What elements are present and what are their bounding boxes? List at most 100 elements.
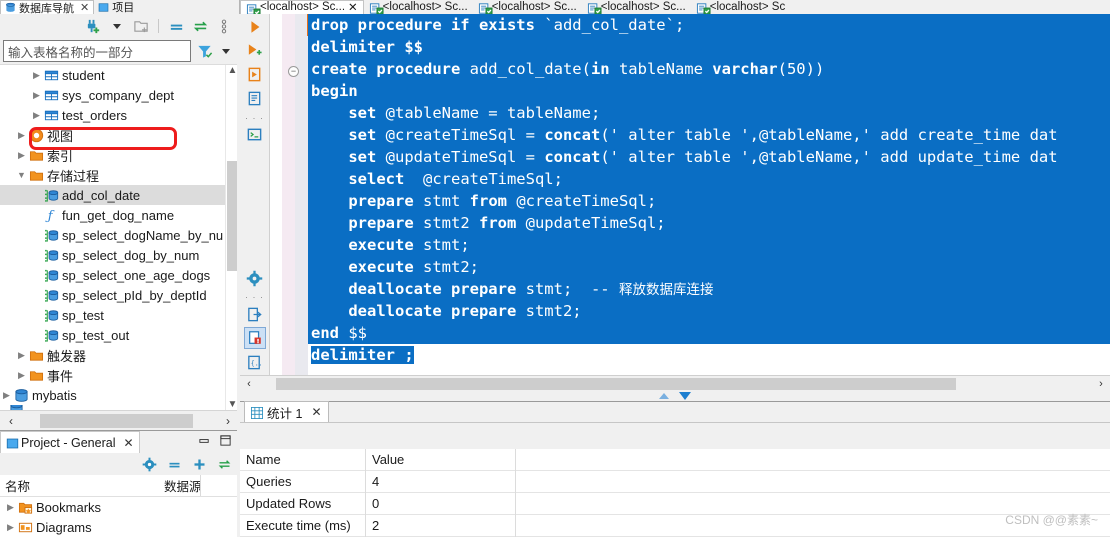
- results-cell-name[interactable]: Execute time (ms): [240, 514, 366, 537]
- tree-hscroll-track[interactable]: [22, 413, 217, 428]
- code-line[interactable]: execute stmt;: [308, 233, 1110, 256]
- caret-down-icon[interactable]: [217, 42, 235, 60]
- tree-item[interactable]: 视图: [0, 125, 225, 145]
- tab-project[interactable]: 项目: [94, 0, 138, 14]
- new-connection-icon[interactable]: [84, 17, 102, 35]
- funnel-icon[interactable]: [195, 42, 213, 60]
- code-line[interactable]: delimiter $$: [308, 35, 1110, 58]
- tree-expand-arrow-icon[interactable]: [4, 502, 17, 513]
- sql-code-text[interactable]: drop procedure if exists `add_col_date`;…: [308, 13, 1110, 376]
- results-cell-name[interactable]: Updated Rows: [240, 492, 366, 515]
- refresh-icon[interactable]: [215, 455, 233, 473]
- results-cell-value[interactable]: 0: [366, 492, 516, 515]
- scroll-left-icon[interactable]: ‹: [0, 414, 22, 428]
- results-column-header[interactable]: Value: [366, 449, 516, 471]
- tree-item[interactable]: test_orders: [0, 105, 225, 125]
- tab-db-navigator[interactable]: 数据库导航 ✕: [0, 0, 95, 14]
- scroll-right-icon[interactable]: ›: [1092, 378, 1110, 390]
- editor-hscroll-track[interactable]: [258, 377, 1092, 390]
- export-data-icon[interactable]: [244, 303, 266, 325]
- tree-item[interactable]: sp_select_dogName_by_nu: [0, 225, 225, 245]
- results-cell-value[interactable]: 2: [366, 514, 516, 537]
- close-icon[interactable]: ✕: [348, 0, 358, 14]
- settings-gear-icon[interactable]: [140, 455, 158, 473]
- execute-statement-icon[interactable]: [244, 16, 266, 38]
- code-line[interactable]: deallocate prepare stmt; -- 释放数据库连接: [308, 277, 1110, 300]
- execute-in-new-tab-icon[interactable]: [244, 64, 266, 86]
- tree-item[interactable]: mybatis: [0, 385, 225, 405]
- code-line[interactable]: set @updateTimeSql = concat(' alter tabl…: [308, 145, 1110, 168]
- tree-item[interactable]: 事件: [0, 365, 225, 385]
- tree-item[interactable]: sp_test_out: [0, 325, 225, 345]
- code-line[interactable]: prepare stmt2 from @updateTimeSql;: [308, 211, 1110, 234]
- results-grid[interactable]: Name Value Queries 4 Updated Rows 0 Execute ti…: [240, 449, 1110, 537]
- close-icon[interactable]: ✕: [80, 1, 89, 14]
- script-doc-icon[interactable]: {..}: [244, 351, 266, 373]
- tree-item[interactable]: 索引: [0, 145, 225, 165]
- tree-expand-arrow-icon[interactable]: [4, 522, 17, 533]
- tree-expand-arrow-icon[interactable]: [30, 110, 43, 121]
- code-line[interactable]: set @createTimeSql = concat(' alter tabl…: [308, 123, 1110, 146]
- tree-item[interactable]: 触发器: [0, 345, 225, 365]
- tree-item[interactable]: sys_company_dept: [0, 85, 225, 105]
- results-column-header[interactable]: Name: [240, 449, 366, 471]
- close-icon[interactable]: ✕: [311, 405, 321, 419]
- table-filter-input[interactable]: 输入表格名称的一部分: [3, 40, 191, 62]
- tab-project-general[interactable]: Project - General ✕: [0, 431, 140, 453]
- results-cell-name[interactable]: Queries: [240, 470, 366, 493]
- expand-down-icon[interactable]: [679, 392, 691, 401]
- tree-expand-arrow-icon[interactable]: [30, 70, 43, 81]
- tree-item[interactable]: 存储过程: [0, 165, 225, 185]
- tree-hscroll-thumb[interactable]: [40, 413, 193, 428]
- tree-expand-arrow-icon[interactable]: [15, 350, 28, 361]
- refresh-icon[interactable]: [191, 17, 209, 35]
- explain-plan-icon[interactable]: [244, 88, 266, 110]
- scroll-down-icon[interactable]: ▼: [228, 399, 238, 410]
- tab-statistics[interactable]: 统计 1 ✕: [244, 401, 329, 422]
- code-line[interactable]: select @createTimeSql;: [308, 167, 1110, 190]
- tree-horizontal-scrollbar[interactable]: ‹ ›: [0, 410, 239, 430]
- tree-expand-arrow-icon[interactable]: [15, 130, 28, 141]
- editor-tab[interactable]: <localhost> Sc...: [473, 0, 582, 14]
- new-folder-icon[interactable]: [132, 17, 150, 35]
- tree-item[interactable]: sp_select_dog_by_num: [0, 245, 225, 265]
- project-row[interactable]: Bookmarks: [0, 497, 239, 517]
- results-row[interactable]: Updated Rows 0: [240, 492, 1110, 515]
- results-row[interactable]: Execute time (ms) 2: [240, 514, 1110, 537]
- settings-gear-icon[interactable]: [244, 267, 266, 289]
- tree-item[interactable]: student: [0, 65, 225, 85]
- results-row[interactable]: Queries 4: [240, 470, 1110, 493]
- scroll-right-icon[interactable]: ›: [217, 414, 239, 428]
- tree-item[interactable]: sp_select_pId_by_deptId: [0, 285, 225, 305]
- collapse-up-icon[interactable]: [659, 393, 669, 400]
- tree-item[interactable]: ƒ fun_get_dog_name: [0, 205, 225, 225]
- panel-splitter[interactable]: [237, 14, 240, 537]
- execute-script-icon[interactable]: [244, 40, 266, 62]
- editor-horizontal-scrollbar[interactable]: ‹ ›: [240, 375, 1110, 392]
- code-line[interactable]: delimiter ;: [308, 344, 1110, 366]
- minimize-button[interactable]: [198, 434, 211, 450]
- tree-expand-arrow-icon[interactable]: [15, 370, 28, 381]
- view-menu-icon[interactable]: [215, 17, 233, 35]
- collapse-all-icon[interactable]: [165, 455, 183, 473]
- editor-hscroll-thumb[interactable]: [276, 377, 956, 390]
- tree-expand-arrow-icon[interactable]: [15, 170, 28, 180]
- results-cell-value[interactable]: 4: [366, 470, 516, 493]
- tree-item-selected[interactable]: add_col_date: [0, 185, 225, 205]
- editor-tab-active[interactable]: <localhost> Sc... ✕: [240, 0, 364, 14]
- collapse-all-icon[interactable]: [167, 17, 185, 35]
- maximize-button[interactable]: [219, 434, 232, 450]
- editor-gutter[interactable]: −: [270, 13, 310, 376]
- code-line[interactable]: prepare stmt from @createTimeSql;: [308, 189, 1110, 212]
- editor-tab[interactable]: <localhost> Sc...: [582, 0, 691, 14]
- fold-collapse-icon[interactable]: −: [288, 65, 299, 77]
- close-icon[interactable]: ✕: [123, 436, 133, 450]
- tree-expand-arrow-icon[interactable]: [0, 390, 13, 401]
- code-line[interactable]: drop procedure if exists `add_col_date`;: [308, 13, 1110, 36]
- column-divider[interactable]: [200, 475, 201, 496]
- tree-item[interactable]: sp_select_one_age_dogs: [0, 265, 225, 285]
- add-icon[interactable]: [190, 455, 208, 473]
- sql-error-doc-icon[interactable]: [243, 327, 266, 350]
- code-line[interactable]: set @tableName = tableName;: [308, 101, 1110, 124]
- scroll-left-icon[interactable]: ‹: [240, 378, 258, 390]
